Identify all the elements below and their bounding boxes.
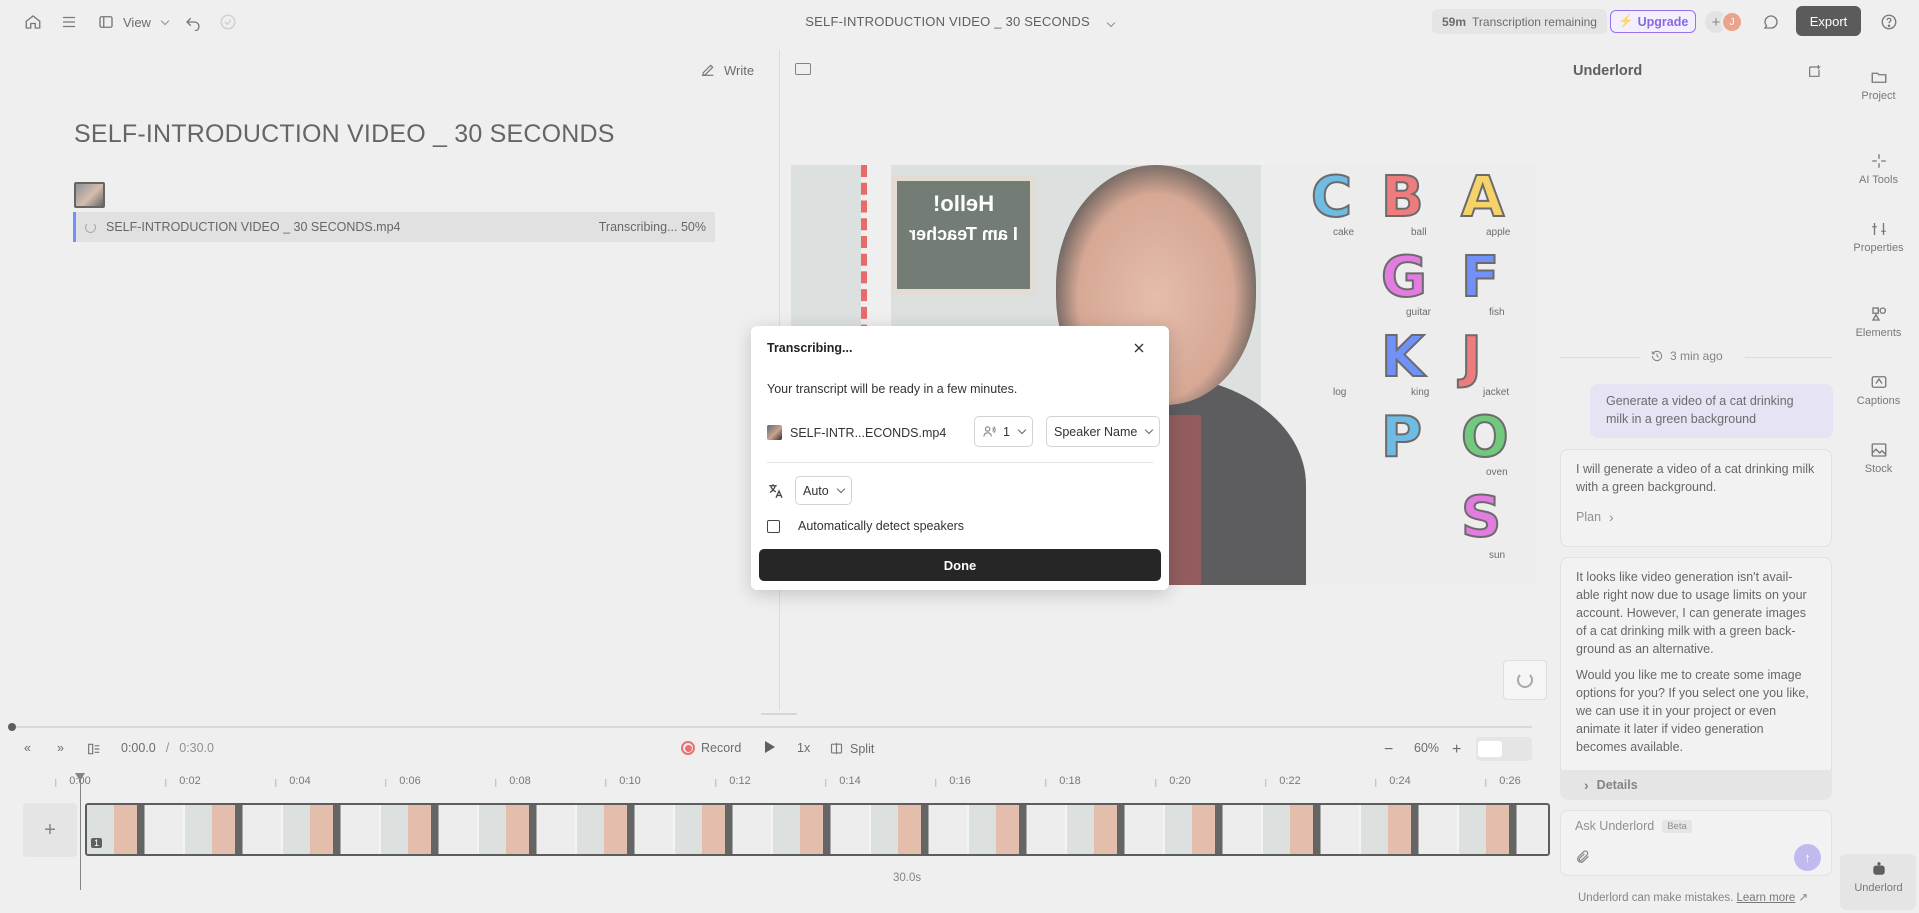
dialog-divider xyxy=(767,462,1153,463)
language-value: Auto xyxy=(803,483,829,498)
language-select[interactable]: Auto xyxy=(795,476,852,505)
dialog-file: SELF-INTR...ECONDS.mp4 xyxy=(767,425,946,440)
speaker-count-select[interactable]: 1 xyxy=(974,416,1033,447)
dialog-file-name: SELF-INTR...ECONDS.mp4 xyxy=(790,425,947,440)
chevron-down-icon xyxy=(1145,425,1154,435)
speaker-name: Speaker Name xyxy=(1054,424,1138,439)
language-row: Auto xyxy=(767,476,852,505)
detect-speakers-label: Automatically detect speakers xyxy=(798,519,965,533)
speaker-icon xyxy=(983,426,996,437)
done-button[interactable]: Done xyxy=(759,549,1161,581)
checkbox-icon[interactable] xyxy=(767,519,780,533)
detect-speakers-checkbox[interactable]: Automatically detect speakers xyxy=(767,519,964,533)
chevron-down-icon xyxy=(836,484,845,494)
translate-icon xyxy=(769,483,783,498)
close-icon[interactable] xyxy=(1131,340,1147,356)
dialog-title: Transcribing... xyxy=(767,341,853,355)
transcribing-dialog: Transcribing... Your transcript will be … xyxy=(751,326,1169,590)
file-thumbnail xyxy=(767,425,782,440)
speaker-name-select[interactable]: Speaker Name xyxy=(1046,416,1161,447)
speaker-count: 1 xyxy=(1003,424,1010,439)
dialog-message: Your transcript will be ready in a few m… xyxy=(767,382,1018,396)
chevron-down-icon xyxy=(1017,425,1027,435)
